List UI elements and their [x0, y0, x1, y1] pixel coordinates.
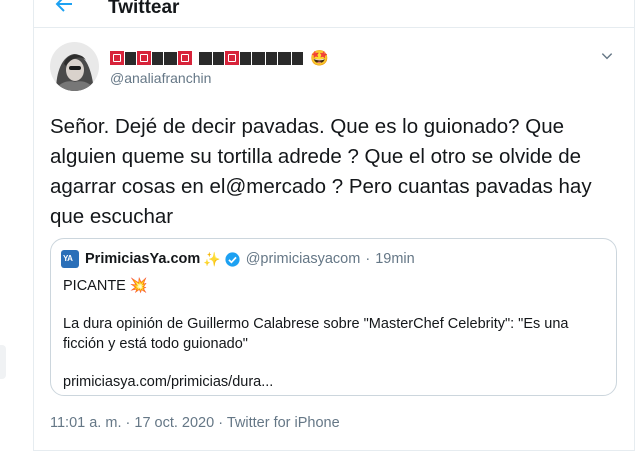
author-name[interactable]: 🤩: [110, 47, 329, 69]
sidebar-fragment: [0, 345, 6, 379]
author-handle[interactable]: @analiafranchin: [110, 70, 211, 86]
quoted-line-3: ficción y está todo guionado": [63, 336, 248, 352]
quoted-link[interactable]: primiciasya.com/primicias/dura...: [63, 372, 273, 392]
collision-emoji: 💥: [129, 278, 148, 294]
page-title: Twittear: [108, 0, 180, 18]
left-sidebar-edge: [0, 0, 33, 451]
star-struck-emoji: 🤩: [310, 49, 329, 67]
separator-dot: ·: [365, 251, 371, 267]
page-header: Twittear: [34, 0, 634, 28]
tweet-date[interactable]: 17 oct. 2020: [134, 415, 214, 431]
verified-badge-icon: [225, 251, 240, 267]
chevron-down-icon[interactable]: [600, 49, 614, 63]
tweet-text: Señor. Dejé de decir pavadas. Que es lo …: [50, 115, 592, 228]
quoted-tweet[interactable]: YA PrimiciasYa.com ✨ @primiciasyacom · 1…: [50, 238, 617, 396]
quoted-avatar[interactable]: YA: [61, 250, 79, 268]
tweet-time[interactable]: 11:01 a. m.: [50, 415, 121, 431]
avatar[interactable]: [50, 42, 99, 91]
tweet-source[interactable]: Twitter for iPhone: [227, 415, 340, 431]
separator-dot: ·: [218, 415, 224, 431]
tweet-column: Twittear 🤩 @analiafranchin Señor. Dejé d…: [33, 0, 635, 451]
quoted-author-handle: @primiciasyacom: [245, 251, 361, 267]
quoted-tweet-header: YA PrimiciasYa.com ✨ @primiciasyacom · 1…: [61, 249, 415, 269]
sparkles-emoji: ✨: [203, 250, 221, 267]
decorated-name-letters: [110, 51, 304, 65]
arrow-left-icon[interactable]: [52, 0, 76, 16]
quoted-line-2: La dura opinión de Guillermo Calabrese s…: [63, 316, 569, 332]
quoted-author-name[interactable]: PrimiciasYa.com: [85, 251, 200, 267]
separator-dot: ·: [125, 415, 131, 431]
tweet-metadata: 11:01 a. m. · 17 oct. 2020 · Twitter for…: [50, 415, 340, 431]
quoted-line-1: PICANTE: [63, 278, 126, 294]
quoted-time: 19min: [375, 251, 415, 267]
